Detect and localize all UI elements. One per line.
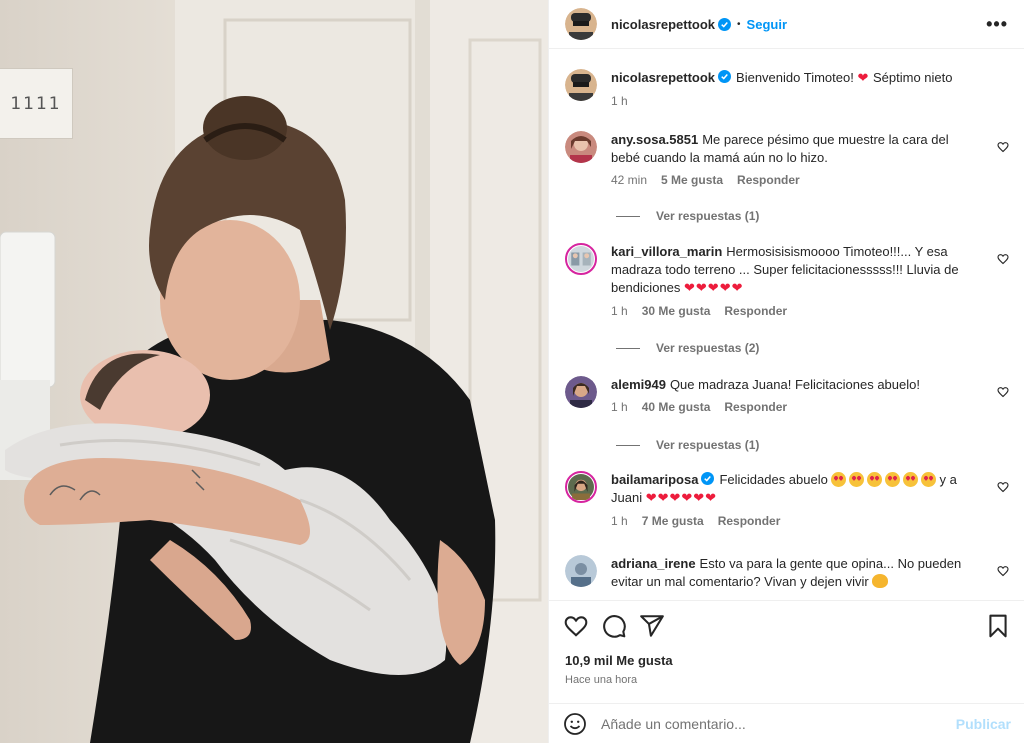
comment-likes[interactable]: 7 Me gusta	[642, 514, 704, 528]
publish-button[interactable]: Publicar	[956, 716, 1011, 732]
view-replies-label: Ver respuestas (2)	[656, 341, 760, 355]
comment-bubble-icon[interactable]	[601, 613, 627, 639]
view-replies-label: Ver respuestas (1)	[656, 209, 760, 223]
author-avatar[interactable]	[565, 8, 597, 40]
red-hearts-emoji: ❤❤❤❤❤	[684, 281, 744, 296]
post-actions: 10,9 mil Me gusta Hace una hora	[549, 600, 1024, 689]
post-header: nicolasrepettook • Seguir •••	[549, 0, 1024, 49]
comments-list[interactable]: nicolasrepettook Bienvenido Timoteo! ❤ Sé…	[549, 49, 1024, 600]
like-comment-heart-icon[interactable]	[997, 141, 1009, 153]
raising-hands-emoji-icon	[872, 574, 889, 588]
commenter-avatar[interactable]	[565, 376, 597, 408]
action-icons-row	[549, 601, 1024, 651]
reply-button[interactable]: Responder	[718, 514, 781, 528]
replies-line	[616, 215, 640, 217]
separator-dot: •	[737, 18, 741, 30]
comment-username[interactable]: adriana_irene	[611, 556, 696, 571]
instagram-post: 1111 nicolasrepettook • Seguir ••• nicol…	[0, 0, 1024, 743]
more-options-icon[interactable]: •••	[986, 14, 1008, 35]
verified-badge-icon	[701, 472, 715, 485]
like-comment-heart-icon[interactable]	[997, 481, 1009, 493]
replies-line	[616, 347, 640, 349]
comment-username[interactable]: kari_villora_marin	[611, 244, 722, 259]
comment-time: 42 min	[611, 173, 648, 187]
caption-text: Bienvenido Timoteo!	[736, 70, 854, 85]
reply-button[interactable]: Responder	[737, 173, 800, 187]
comment-item: bailamariposa Felicidades abuelo y a Juan…	[565, 471, 1009, 528]
like-comment-heart-icon[interactable]	[997, 253, 1009, 265]
red-hearts-emoji: ❤❤❤❤❤❤	[645, 491, 718, 506]
caption-text-after: Séptimo nieto	[872, 70, 953, 85]
post-caption: nicolasrepettook Bienvenido Timoteo! ❤ Sé…	[565, 69, 1009, 108]
view-replies-button[interactable]: Ver respuestas (1)	[616, 209, 759, 223]
comment-item: alemi949 Que madraza Juana! Felicitacione…	[565, 376, 1009, 414]
like-comment-heart-icon[interactable]	[997, 565, 1009, 577]
comment-input[interactable]	[601, 715, 956, 732]
comment-username[interactable]: bailamariposa	[611, 472, 698, 487]
comment-item: any.sosa.5851 Me parece pésimo que muestr…	[565, 131, 1009, 187]
follow-button[interactable]: Seguir	[747, 17, 787, 32]
commenter-avatar[interactable]	[565, 471, 597, 503]
heart-eyes-emoji-icon	[885, 472, 901, 487]
comment-likes[interactable]: 5 Me gusta	[661, 173, 723, 187]
post-timestamp: Hace una hora	[565, 674, 638, 686]
red-heart-emoji: ❤	[857, 71, 870, 86]
verified-badge-icon	[718, 17, 732, 31]
reply-button[interactable]: Responder	[724, 400, 787, 414]
replies-line	[616, 444, 640, 446]
heart-eyes-emoji-icon	[849, 472, 865, 487]
comment-item: kari_villora_marin Hermosisisismoooo Timo…	[565, 243, 1009, 318]
share-send-icon[interactable]	[639, 613, 665, 639]
reply-button[interactable]: Responder	[724, 304, 787, 318]
save-bookmark-icon[interactable]	[985, 613, 1011, 639]
caption-author-avatar[interactable]	[565, 69, 597, 101]
comment-username[interactable]: any.sosa.5851	[611, 132, 698, 147]
view-replies-label: Ver respuestas (1)	[656, 438, 760, 452]
comment-text: Que madraza Juana! Felicitaciones abuelo…	[669, 377, 920, 392]
post-likes-count[interactable]: 10,9 mil Me gusta	[549, 651, 1024, 671]
photo-illustration	[0, 0, 548, 743]
post-side-panel: nicolasrepettook • Seguir ••• nicolasrep…	[548, 0, 1024, 743]
comment-text: Felicidades abuelo	[719, 472, 828, 487]
comment-time: 1 h	[611, 400, 628, 414]
comment-time: 1 h	[611, 304, 628, 318]
caption-username[interactable]: nicolasrepettook	[611, 70, 715, 85]
view-replies-button[interactable]: Ver respuestas (1)	[616, 438, 759, 452]
heart-eyes-emoji-icon	[921, 472, 937, 487]
comment-time: 1 h	[611, 514, 628, 528]
commenter-avatar[interactable]	[565, 243, 597, 275]
emoji-smile-icon[interactable]	[563, 712, 587, 736]
commenter-avatar[interactable]	[565, 131, 597, 163]
heart-eyes-emoji-icon	[903, 472, 919, 487]
verified-badge-icon	[718, 70, 732, 83]
author-username[interactable]: nicolasrepettook	[611, 17, 715, 32]
comment-username[interactable]: alemi949	[611, 377, 666, 392]
comment-item: adriana_irene Esto va para la gente que o…	[565, 555, 1009, 591]
heart-eyes-emojis	[831, 472, 939, 487]
heart-eyes-emoji-icon	[831, 472, 847, 487]
post-photo[interactable]: 1111	[0, 0, 548, 743]
comment-composer: Publicar	[549, 703, 1024, 743]
like-heart-icon[interactable]	[563, 613, 589, 639]
view-replies-button[interactable]: Ver respuestas (2)	[616, 341, 759, 355]
like-comment-heart-icon[interactable]	[997, 386, 1009, 398]
comment-likes[interactable]: 30 Me gusta	[642, 304, 711, 318]
heart-eyes-emoji-icon	[867, 472, 883, 487]
comment-likes[interactable]: 40 Me gusta	[642, 400, 711, 414]
caption-time: 1 h	[611, 94, 628, 108]
door-number-sign: 1111	[0, 68, 73, 139]
commenter-avatar[interactable]	[565, 555, 597, 587]
